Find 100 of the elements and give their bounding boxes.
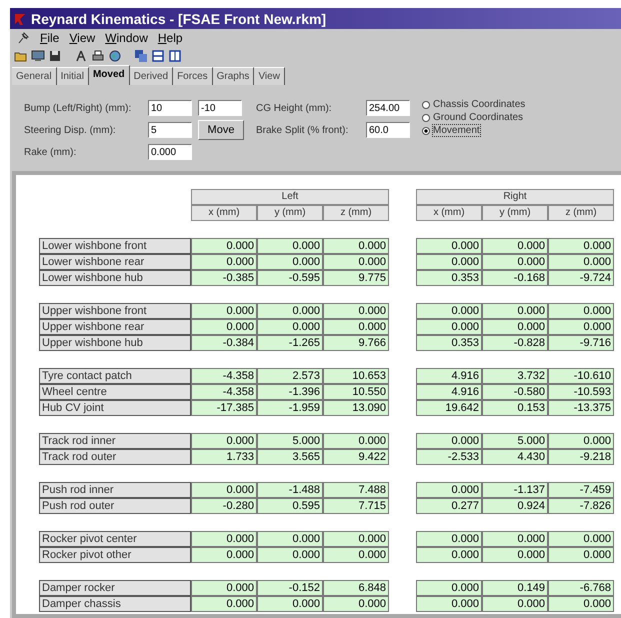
menu-item[interactable]: Help (158, 31, 183, 45)
table-cell: -13.375 (548, 400, 614, 416)
table-cell: -0.384 (191, 335, 257, 351)
table-cell: 0.924 (482, 498, 548, 514)
table-cell: -1.959 (257, 400, 323, 416)
table-cell: 0.000 (548, 433, 614, 449)
window-icon[interactable] (168, 48, 182, 62)
row-label: Damper rocker (39, 580, 191, 596)
table-cell: 0.000 (416, 238, 482, 254)
table-cell: 4.916 (416, 384, 482, 400)
table-cell: 0.000 (257, 531, 323, 547)
row-label: Wheel centre (39, 384, 191, 400)
table-cell: 0.000 (257, 303, 323, 319)
printer-icon[interactable] (91, 48, 105, 62)
table-cell: -9.716 (548, 335, 614, 351)
menu-item[interactable]: View (69, 31, 96, 45)
table-cell: 0.000 (257, 319, 323, 335)
table-cell: 9.775 (323, 270, 389, 286)
table-cell: 0.000 (482, 238, 548, 254)
radio-label[interactable]: Chassis Coordinates (433, 99, 526, 110)
table-cell: 0.000 (482, 547, 548, 563)
tab[interactable]: View (254, 67, 285, 85)
table-cell: 0.000 (548, 238, 614, 254)
tab[interactable]: Graphs (212, 67, 254, 85)
app-icon (13, 12, 27, 26)
copy-icon[interactable] (134, 48, 148, 62)
table-cell: -0.595 (257, 270, 323, 286)
table-cell: 0.000 (257, 547, 323, 563)
table-cell: -7.459 (548, 482, 614, 498)
table-cell: 0.000 (323, 319, 389, 335)
table-cell: 0.000 (482, 319, 548, 335)
table-cell: 0.000 (416, 482, 482, 498)
field-label: Bump (Left/Right) (mm): (24, 102, 132, 114)
table-cell: -0.152 (257, 580, 323, 596)
column-header: z (mm) (548, 205, 614, 221)
table-cell: 0.149 (482, 580, 548, 596)
table-cell: 0.277 (416, 498, 482, 514)
move-button[interactable]: Move (198, 120, 244, 140)
menu-item[interactable]: Window (105, 31, 148, 45)
input-field[interactable]: 10 (148, 100, 192, 116)
table-cell: 19.642 (416, 400, 482, 416)
input-field[interactable]: 60.0 (366, 122, 410, 138)
table-cell: -1.396 (257, 384, 323, 400)
table-cell: 4.916 (416, 368, 482, 384)
input-field[interactable]: 5 (148, 122, 192, 138)
tab[interactable]: General (12, 67, 57, 85)
table-cell: 13.090 (323, 400, 389, 416)
table-cell: 0.000 (548, 319, 614, 335)
table-cell: 0.353 (416, 335, 482, 351)
table-cell: 0.595 (257, 498, 323, 514)
column-header: y (mm) (257, 205, 323, 221)
column-header: x (mm) (191, 205, 257, 221)
tab[interactable]: Moved (88, 65, 130, 85)
table-cell: 0.000 (323, 596, 389, 612)
table-cell: 0.000 (191, 433, 257, 449)
radio-label[interactable]: Movement (433, 125, 480, 136)
input-field[interactable]: 254.00 (366, 100, 410, 116)
table-cell: 7.715 (323, 498, 389, 514)
table-cell: 0.000 (257, 238, 323, 254)
tab[interactable]: Initial (56, 67, 89, 85)
row-label: Lower wishbone front (39, 238, 191, 254)
table-cell: -9.724 (548, 270, 614, 286)
menu-item[interactable]: File (40, 31, 60, 45)
row-label: Rocker pivot other (39, 547, 191, 563)
table-cell: 0.000 (482, 303, 548, 319)
tab[interactable]: Forces (173, 67, 213, 85)
globe-icon[interactable] (108, 48, 122, 62)
table-cell: 0.000 (416, 254, 482, 270)
field-label: Brake Split (% front): (256, 124, 350, 136)
column-group-header: Right (416, 189, 614, 205)
input-field[interactable]: -10 (198, 100, 242, 116)
input-field[interactable]: 0.000 (148, 144, 192, 160)
radio-button[interactable] (422, 100, 430, 108)
table-cell: 0.000 (323, 433, 389, 449)
table-cell: 0.000 (548, 303, 614, 319)
radio-button[interactable] (422, 126, 430, 134)
table-cell: 0.000 (191, 303, 257, 319)
table-cell: 0.000 (191, 596, 257, 612)
window-title: Reynard Kinematics - [FSAE Front New.rkm] (31, 10, 326, 26)
table-cell: -0.385 (191, 270, 257, 286)
row-label: Track rod outer (39, 449, 191, 465)
table-cell: -9.218 (548, 449, 614, 465)
table-cell: 0.000 (191, 254, 257, 270)
monitor-icon[interactable] (31, 48, 45, 62)
save-icon[interactable] (48, 48, 62, 62)
table-cell: -0.580 (482, 384, 548, 400)
table-cell: 0.000 (323, 254, 389, 270)
table-cell: 3.732 (482, 368, 548, 384)
table-cell: 0.000 (416, 531, 482, 547)
radio-label[interactable]: Ground Coordinates (433, 112, 524, 123)
table-cell: 0.000 (416, 433, 482, 449)
table-icon[interactable] (151, 48, 165, 62)
table-cell: 0.000 (416, 319, 482, 335)
table-cell: 0.000 (416, 547, 482, 563)
radio-button[interactable] (422, 114, 430, 122)
pin-icon[interactable] (16, 31, 30, 45)
table-cell: 0.000 (191, 319, 257, 335)
field-label: Steering Disp. (mm): (24, 124, 117, 136)
table-cell: -0.168 (482, 270, 548, 286)
tab[interactable]: Derived (130, 67, 174, 85)
